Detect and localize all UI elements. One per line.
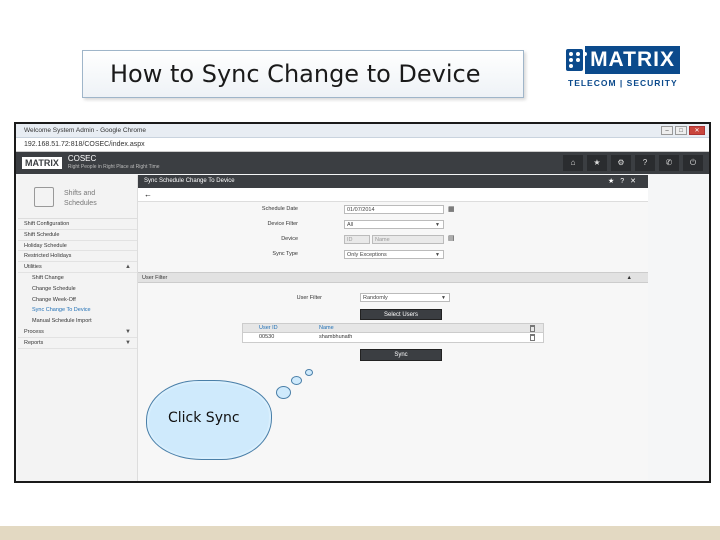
close-window-button[interactable]: ✕: [689, 126, 705, 135]
sidebar-item-label: Holiday Schedule: [24, 242, 67, 249]
device-picker-icon[interactable]: ▤: [448, 234, 455, 242]
sidebar-item-reports[interactable]: Reports ▼: [18, 338, 137, 349]
sidebar-item-label: Restricted Holidays: [24, 253, 72, 260]
calendar-icon[interactable]: ▦: [448, 205, 455, 213]
sidebar-item-process[interactable]: Process ▼: [18, 327, 137, 338]
callout-puff: [305, 369, 313, 376]
app-brand-logo: MATRIX: [22, 157, 62, 169]
maximize-button[interactable]: □: [675, 126, 687, 135]
gear-icon[interactable]: ⚙: [611, 155, 631, 171]
favorite-icon[interactable]: ★: [608, 178, 620, 185]
col-header-name: Name: [319, 325, 334, 331]
chevron-down-icon: ▼: [125, 339, 131, 346]
sidebar-item-restricted-holidays[interactable]: Restricted Holidays: [18, 251, 137, 263]
select-users-button[interactable]: Select Users: [360, 309, 442, 320]
power-icon[interactable]: ⏻: [683, 155, 703, 171]
footer-band: [0, 526, 720, 540]
back-arrow-icon[interactable]: ←: [144, 190, 152, 199]
dropdown-arrow-icon: ▼: [435, 252, 440, 258]
panel-title-bar: Sync Schedule Change To Device ★?✕: [138, 175, 648, 188]
users-table-header: User ID Name: [242, 323, 544, 333]
sidebar-item-label: Change Schedule: [32, 285, 76, 292]
sidebar-item-label: Utilities: [24, 264, 42, 271]
callout-puff: [276, 386, 291, 399]
slide-title: How to Sync Change to Device: [110, 60, 481, 88]
app-product-tagline: Right People in Right Place at Right Tim…: [67, 164, 160, 170]
logo-tagline: TELECOM | SECURITY: [568, 78, 678, 88]
schedule-date-input[interactable]: 01/07/2014: [344, 205, 444, 214]
sidebar-item-label: Shift Schedule: [24, 231, 60, 238]
logo-dots-icon: [566, 49, 587, 71]
sidebar-item-label: Shift Change: [32, 274, 64, 281]
minimize-button[interactable]: –: [661, 126, 673, 135]
user-filter-label: User Filter: [296, 295, 322, 301]
sidebar-item-label: Shift Configuration: [24, 221, 70, 227]
device-label: Device: [281, 236, 298, 242]
phone-icon[interactable]: ✆: [659, 155, 679, 171]
delete-row-icon[interactable]: [530, 334, 535, 341]
callout-text: Click Sync: [168, 410, 240, 426]
user-filter-select[interactable]: Randomly ▼: [360, 293, 450, 302]
panel-title: Sync Schedule Change To Device: [144, 178, 235, 184]
sidebar: Shifts and Schedules Shift Configuration S…: [18, 175, 138, 481]
delete-all-icon[interactable]: [530, 325, 535, 332]
col-header-user-id: User ID: [259, 325, 278, 331]
user-filter-section[interactable]: User Filter ▲: [138, 272, 648, 283]
browser-tab-title: Welcome System Admin - Google Chrome: [24, 127, 146, 134]
table-row[interactable]: 00530 shambhunath: [242, 333, 544, 343]
module-subtitle: Schedules: [64, 200, 97, 207]
device-filter-label: Device Filter: [267, 221, 298, 227]
chevron-up-icon: ▲: [125, 264, 131, 271]
close-icon[interactable]: ✕: [630, 178, 642, 185]
cell-user-id: 00530: [259, 334, 275, 340]
user-filter-section-title: User Filter: [142, 275, 168, 281]
dropdown-arrow-icon: ▼: [441, 295, 446, 301]
sidebar-item-change-schedule[interactable]: Change Schedule: [18, 284, 137, 295]
sync-type-label: Sync Type: [272, 251, 298, 257]
collapse-icon[interactable]: ▲: [627, 273, 632, 283]
schedule-module-icon: [34, 187, 54, 207]
chevron-down-icon: ▼: [125, 328, 131, 335]
sidebar-item-label: Reports: [24, 339, 44, 346]
sidebar-item-shift-change[interactable]: Shift Change: [18, 273, 137, 284]
device-filter-select[interactable]: All ▼: [344, 220, 444, 229]
device-filter-value: All: [347, 222, 354, 228]
sidebar-item-utilities[interactable]: Utilities ▲: [18, 262, 137, 273]
panel-toolbar: ←: [138, 188, 648, 202]
sidebar-item-label: Change Week-Off: [32, 296, 76, 303]
sidebar-item-label: Process: [24, 328, 44, 335]
schedule-date-label: Schedule Date: [261, 206, 298, 212]
help-icon[interactable]: ?: [620, 178, 630, 185]
sync-type-value: Only Exceptions: [347, 252, 387, 258]
user-filter-value: Randomly: [363, 295, 388, 301]
app-product-name: COSEC: [67, 154, 97, 163]
sidebar-item-label: Manual Schedule Import: [32, 318, 92, 325]
sidebar-item-change-week-off[interactable]: Change Week-Off: [18, 295, 137, 306]
sync-button[interactable]: Sync: [360, 349, 442, 361]
sidebar-item-holiday-schedule[interactable]: Holiday Schedule: [18, 241, 137, 252]
app-screenshot: Welcome System Admin - Google Chrome – □…: [14, 122, 711, 483]
sidebar-item-manual-schedule-import[interactable]: Manual Schedule Import: [18, 316, 137, 327]
sidebar-module-header: Shifts and Schedules: [18, 175, 137, 219]
app-header: MATRIX COSEC Right People in Right Place …: [16, 152, 709, 174]
sidebar-item-shift-configuration[interactable]: Shift Configuration: [18, 219, 137, 230]
help-icon[interactable]: ?: [635, 155, 655, 171]
device-id-field[interactable]: ID: [344, 235, 370, 244]
browser-title-bar: Welcome System Admin - Google Chrome – □…: [16, 124, 709, 138]
module-title: Shifts and: [64, 190, 96, 197]
sidebar-item-label: Sync Change To Device: [32, 307, 91, 314]
dropdown-arrow-icon: ▼: [435, 222, 440, 228]
address-bar[interactable]: 192.168.51.72:818/COSEC/index.aspx: [16, 138, 709, 152]
home-icon[interactable]: ⌂: [563, 155, 583, 171]
star-icon[interactable]: ★: [587, 155, 607, 171]
cell-name: shambhunath: [319, 334, 353, 340]
sidebar-item-sync-change-to-device[interactable]: Sync Change To Device: [18, 305, 137, 316]
url-text: 192.168.51.72:818/COSEC/index.aspx: [24, 141, 145, 148]
matrix-logo: MATRIX TELECOM | SECURITY: [566, 46, 680, 94]
callout-puff: [291, 376, 302, 385]
device-name-field[interactable]: Name: [372, 235, 444, 244]
sync-type-select[interactable]: Only Exceptions ▼: [344, 250, 444, 259]
sidebar-item-shift-schedule[interactable]: Shift Schedule: [18, 230, 137, 241]
logo-wordmark: MATRIX: [585, 46, 680, 74]
